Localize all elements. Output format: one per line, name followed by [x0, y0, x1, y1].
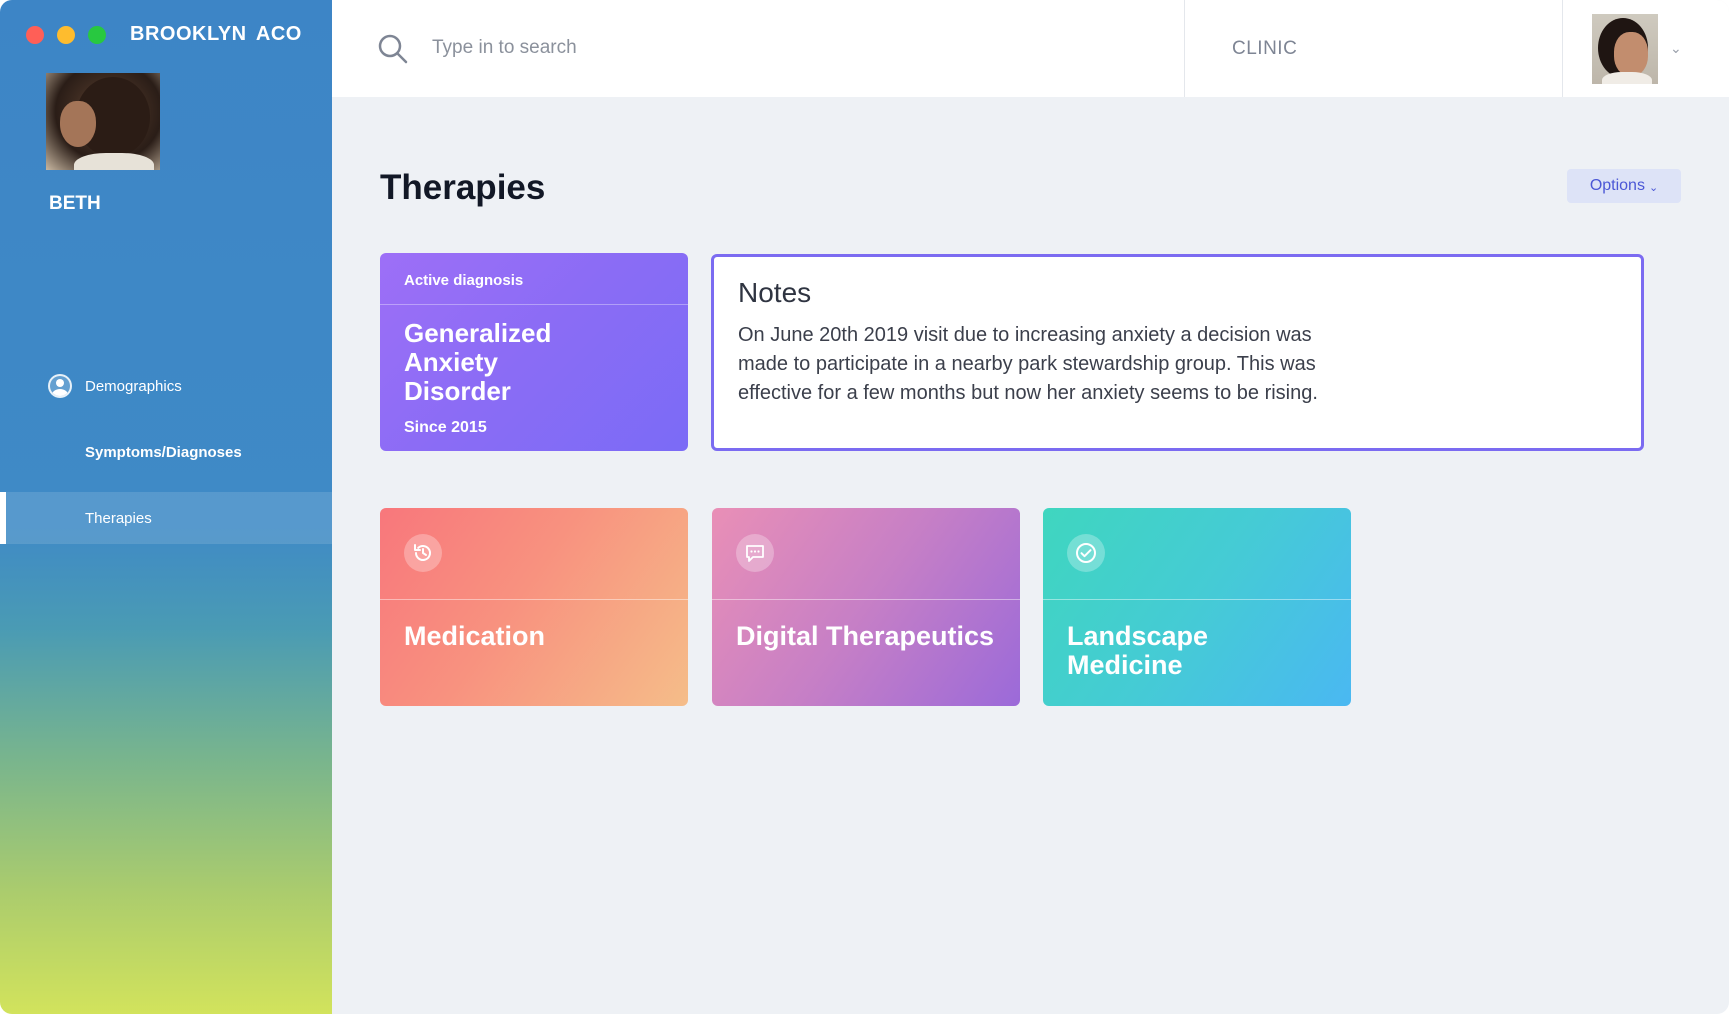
therapy-label: Medication: [404, 621, 546, 651]
user-avatar[interactable]: [1592, 14, 1658, 84]
therapy-card-medication[interactable]: Medication: [380, 508, 688, 706]
top-bar: CLINIC ⌄: [332, 0, 1729, 97]
close-window-button[interactable]: [26, 26, 44, 44]
history-clock-icon: [404, 534, 442, 572]
app-window: BROOKLYN ACO BETH Demographics Symptoms/…: [0, 0, 1729, 1014]
page-title: Therapies: [380, 168, 546, 207]
therapy-card-digital-therapeutics[interactable]: Digital Therapeutics: [712, 508, 1020, 706]
sidebar-item-symptoms-diagnoses[interactable]: Symptoms/Diagnoses: [0, 426, 332, 478]
notes-card[interactable]: Notes On June 20th 2019 visit due to inc…: [711, 254, 1644, 451]
window-controls: [26, 26, 106, 44]
minimize-window-button[interactable]: [57, 26, 75, 44]
maximize-window-button[interactable]: [88, 26, 106, 44]
patient-name: BETH: [49, 193, 101, 214]
options-button[interactable]: Options ⌄: [1567, 169, 1681, 203]
diagnosis-since: Since 2015: [404, 419, 487, 436]
sidebar-nav: Demographics Symptoms/Diagnoses Therapie…: [0, 360, 332, 558]
search-input[interactable]: [432, 30, 1032, 66]
diagnosis-header: Active diagnosis: [380, 253, 688, 305]
active-diagnosis-card[interactable]: Active diagnosis Generalized Anxiety Dis…: [380, 253, 688, 451]
org-name: BROOKLYN ACO: [130, 23, 302, 45]
therapy-label: Digital Therapeutics: [736, 621, 995, 651]
user-circle-icon: [48, 374, 72, 398]
sidebar-item-label: Demographics: [85, 377, 182, 395]
patient-photo: [46, 73, 160, 170]
check-circle-icon: [1067, 534, 1105, 572]
search-icon: [378, 34, 408, 64]
chevron-down-icon: ⌄: [1648, 181, 1659, 194]
divider: [1184, 0, 1185, 97]
diagnosis-title: Generalized Anxiety Disorder: [404, 318, 552, 406]
sidebar: BROOKLYN ACO BETH Demographics Symptoms/…: [0, 0, 332, 1014]
sidebar-item-label: Therapies: [85, 509, 152, 527]
notes-title: Notes: [738, 277, 812, 308]
divider: [1562, 0, 1563, 97]
notes-body: On June 20th 2019 visit due to increasin…: [738, 324, 1318, 404]
sidebar-item-label: Symptoms/Diagnoses: [85, 443, 242, 461]
therapy-label: Landscape Medicine: [1067, 621, 1209, 680]
therapy-card-landscape-medicine[interactable]: Landscape Medicine: [1043, 508, 1351, 706]
chat-bubble-icon: [736, 534, 774, 572]
chevron-down-icon[interactable]: ⌄: [1670, 40, 1682, 57]
clinic-label[interactable]: CLINIC: [1232, 38, 1297, 60]
sidebar-item-therapies[interactable]: Therapies: [0, 492, 332, 544]
sidebar-item-demographics[interactable]: Demographics: [0, 360, 332, 412]
options-label: Options: [1589, 177, 1645, 194]
